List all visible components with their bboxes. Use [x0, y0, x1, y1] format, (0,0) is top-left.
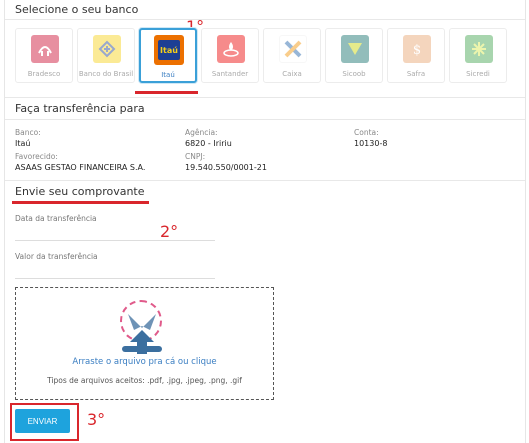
- bank-option-bradesco[interactable]: Bradesco: [15, 28, 73, 83]
- agency-value: 6820 - Iririu: [185, 139, 232, 148]
- santander-logo-icon: [217, 35, 245, 63]
- bank-option-sicoob[interactable]: Sicoob: [325, 28, 383, 83]
- account-value: 10130-8: [354, 139, 388, 148]
- divider: [5, 97, 525, 98]
- sicredi-logo-icon: [465, 35, 493, 63]
- bank-name: Banco do Brasil: [78, 70, 134, 78]
- annotation-step-2: 2°: [160, 222, 179, 241]
- date-label: Data da transferência: [15, 214, 97, 223]
- submit-button[interactable]: ENVIAR: [15, 409, 70, 433]
- safra-logo-icon: $: [403, 35, 431, 63]
- caixa-logo-icon: [279, 35, 307, 63]
- itau-logo-text: Itaú: [160, 45, 178, 55]
- itau-logo-icon: Itaú: [154, 35, 184, 65]
- bank-option-santander[interactable]: Santander: [201, 28, 259, 83]
- bank-section-title: Selecione o seu banco: [15, 3, 139, 16]
- upload-icon: [122, 314, 162, 354]
- bank-option-caixa[interactable]: Caixa: [263, 28, 321, 83]
- bank-value: Itaú: [15, 139, 31, 148]
- bank-option-sicredi[interactable]: Sicredi: [449, 28, 507, 83]
- bank-name: Safra: [406, 70, 426, 78]
- bank-option-safra[interactable]: $ Safra: [387, 28, 445, 83]
- bank-name: Sicoob: [342, 70, 366, 78]
- bradesco-logo-icon: [31, 35, 59, 63]
- payee-value: ASAAS GESTAO FINANCEIRA S.A.: [15, 163, 146, 172]
- bank-label: Banco:: [15, 128, 41, 137]
- bank-option-itau[interactable]: Itaú Itaú: [139, 28, 197, 83]
- divider: [5, 19, 525, 20]
- date-input[interactable]: [15, 227, 215, 241]
- divider: [5, 119, 525, 120]
- dropzone-instruction: Arraste o arquivo pra cá ou clique: [72, 357, 217, 367]
- agency-label: Agência:: [185, 128, 218, 137]
- payee-label: Favorecido:: [15, 152, 58, 161]
- cnpj-label: CNPJ:: [185, 152, 206, 161]
- bank-name: Sicredi: [466, 70, 490, 78]
- banco-do-brasil-logo-icon: [93, 35, 121, 63]
- bank-name: Caixa: [282, 70, 302, 78]
- file-dropzone[interactable]: Arraste o arquivo pra cá ou clique Tipos…: [15, 287, 274, 400]
- transfer-section-title: Faça transferência para: [15, 102, 145, 115]
- bank-name: Santander: [211, 70, 249, 78]
- svg-text:$: $: [413, 43, 421, 58]
- receipt-section-title: Envie seu comprovante: [15, 185, 145, 198]
- bank-name: Bradesco: [27, 70, 61, 78]
- annotation-underline-bank: [135, 91, 198, 94]
- annotation-step-3: 3°: [87, 410, 106, 429]
- bank-name: Itaú: [161, 71, 175, 79]
- amount-input[interactable]: [15, 265, 215, 279]
- account-label: Conta:: [354, 128, 379, 137]
- sicoob-logo-icon: [341, 35, 369, 63]
- cnpj-value: 19.540.550/0001-21: [185, 163, 267, 172]
- amount-label: Valor da transferência: [15, 252, 98, 261]
- bank-option-banco-do-brasil[interactable]: Banco do Brasil: [77, 28, 135, 83]
- divider: [5, 180, 525, 181]
- annotation-underline-receipt: [12, 201, 149, 204]
- dropzone-file-types: Tipos de arquivos aceitos: .pdf, .jpg, .…: [47, 376, 242, 385]
